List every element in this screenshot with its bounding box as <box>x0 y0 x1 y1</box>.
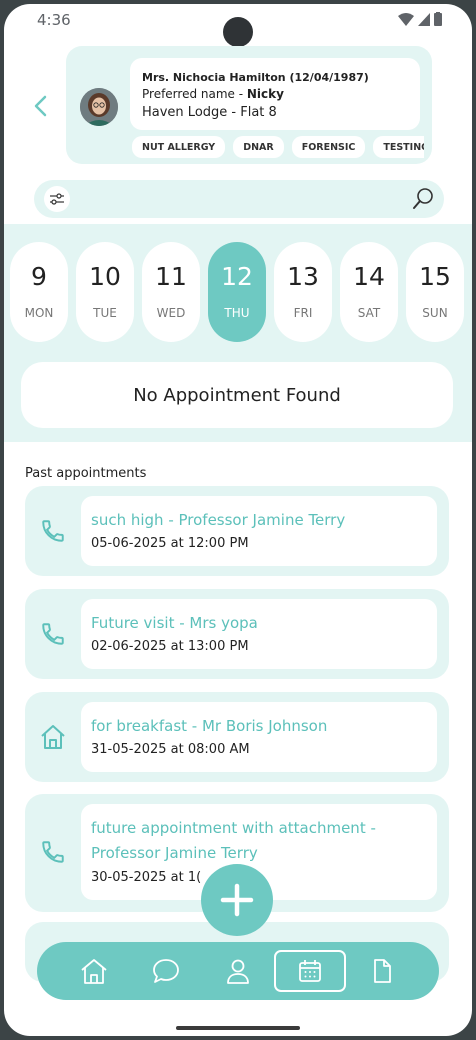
appointment-details: Future visit - Mrs yopa 02-06-2025 at 13… <box>81 599 437 669</box>
appointment-datetime: 05-06-2025 at 12:00 PM <box>91 536 249 551</box>
chevron-left-icon <box>34 95 47 117</box>
nav-profile[interactable] <box>220 953 256 989</box>
appointment-title[interactable]: Future visit - Mrs yopa <box>91 611 427 636</box>
plus-icon <box>220 883 254 917</box>
patient-address: Haven Lodge - Flat 8 <box>142 105 277 120</box>
day-sat[interactable]: 14 SAT <box>340 242 398 342</box>
add-appointment-button[interactable] <box>201 864 273 936</box>
alert-tags: NUT ALLERGY DNAR FORENSIC TESTING 123 T <box>132 136 424 158</box>
preferred-name-value: Nicky <box>246 87 284 101</box>
chat-icon <box>153 959 179 983</box>
home-icon <box>39 723 67 751</box>
battery-icon <box>434 12 442 26</box>
appointment-datetime: 31-05-2025 at 08:00 AM <box>91 742 250 757</box>
appointment-card[interactable]: for breakfast - Mr Boris Johnson 31-05-2… <box>25 692 449 782</box>
patient-info: Mrs. Nichocia Hamilton (12/04/1987) Pref… <box>130 58 420 130</box>
tag-testing-123[interactable]: TESTING 123 <box>373 136 424 158</box>
day-tue[interactable]: 10 TUE <box>76 242 134 342</box>
day-fri[interactable]: 13 FRI <box>274 242 332 342</box>
tag-nut-allergy[interactable]: NUT ALLERGY <box>132 136 226 158</box>
appointment-details: such high - Professor Jamine Terry 05-06… <box>81 496 437 566</box>
nav-documents[interactable] <box>364 953 400 989</box>
day-name: MON <box>24 306 54 320</box>
system-icons <box>398 12 442 26</box>
app-screen: 4:36 Mrs. Nichocia Hamilton (12/04/1987)… <box>4 4 472 1036</box>
document-icon <box>374 959 391 983</box>
avatar <box>80 88 118 126</box>
appointment-title[interactable]: future appointment with attachment - Pro… <box>91 816 427 866</box>
user-icon <box>227 959 249 984</box>
status-time: 4:36 <box>37 11 71 29</box>
appointment-details: for breakfast - Mr Boris Johnson 31-05-2… <box>81 702 437 772</box>
search-bar[interactable] <box>34 180 444 218</box>
phone-icon <box>39 620 67 648</box>
phone-icon <box>39 838 67 866</box>
appointment-datetime: 02-06-2025 at 13:00 PM <box>91 639 249 654</box>
day-name: THU <box>224 306 250 320</box>
nav-home[interactable] <box>76 953 112 989</box>
tag-forensic[interactable]: FORENSIC <box>291 136 366 158</box>
preferred-name-label: Preferred name - <box>142 87 247 101</box>
calendar-icon <box>299 960 321 982</box>
home-icon <box>81 959 107 984</box>
tag-dnar[interactable]: DNAR <box>233 136 284 158</box>
nav-calendar[interactable] <box>274 950 346 992</box>
day-number: 15 <box>419 262 451 291</box>
past-appointments-title: Past appointments <box>25 466 147 481</box>
appointment-title[interactable]: such high - Professor Jamine Terry <box>91 508 427 533</box>
preferred-name: Preferred name - Nicky <box>142 87 284 101</box>
phone-icon <box>39 517 67 545</box>
appointment-card[interactable]: such high - Professor Jamine Terry 05-06… <box>25 486 449 576</box>
front-camera <box>223 17 253 47</box>
day-name: SUN <box>422 306 448 320</box>
day-name: FRI <box>293 306 313 320</box>
search-icon[interactable] <box>410 185 436 213</box>
signal-icon <box>418 12 430 26</box>
bottom-navigation <box>37 942 439 1000</box>
day-number: 12 <box>221 262 253 291</box>
day-sun[interactable]: 15 SUN <box>406 242 464 342</box>
day-mon[interactable]: 9 MON <box>10 242 68 342</box>
back-button[interactable] <box>28 91 52 121</box>
appointment-title[interactable]: for breakfast - Mr Boris Johnson <box>91 714 427 739</box>
day-thu-selected[interactable]: 12 THU <box>208 242 266 342</box>
no-appointment-message: No Appointment Found <box>21 362 453 428</box>
home-indicator[interactable] <box>176 1026 300 1030</box>
day-name: WED <box>156 306 186 320</box>
filter-button[interactable] <box>44 186 70 212</box>
sliders-icon <box>50 193 64 205</box>
wifi-icon <box>398 12 414 26</box>
appointment-datetime: 30-05-2025 at 1( <box>91 870 202 885</box>
day-wed[interactable]: 11 WED <box>142 242 200 342</box>
week-calendar: 9 MON 10 TUE 11 WED 12 THU 13 FRI 14 SAT… <box>4 224 472 442</box>
patient-card[interactable]: Mrs. Nichocia Hamilton (12/04/1987) Pref… <box>66 46 432 164</box>
patient-name: Mrs. Nichocia Hamilton (12/04/1987) <box>142 71 369 84</box>
day-number: 9 <box>31 262 47 291</box>
day-number: 13 <box>287 262 319 291</box>
day-number: 14 <box>353 262 385 291</box>
appointment-card[interactable]: Future visit - Mrs yopa 02-06-2025 at 13… <box>25 589 449 679</box>
day-number: 10 <box>89 262 121 291</box>
day-name: SAT <box>357 306 381 320</box>
day-name: TUE <box>93 306 117 320</box>
day-number: 11 <box>155 262 187 291</box>
status-bar: 4:36 <box>4 4 472 47</box>
nav-messages[interactable] <box>148 953 184 989</box>
